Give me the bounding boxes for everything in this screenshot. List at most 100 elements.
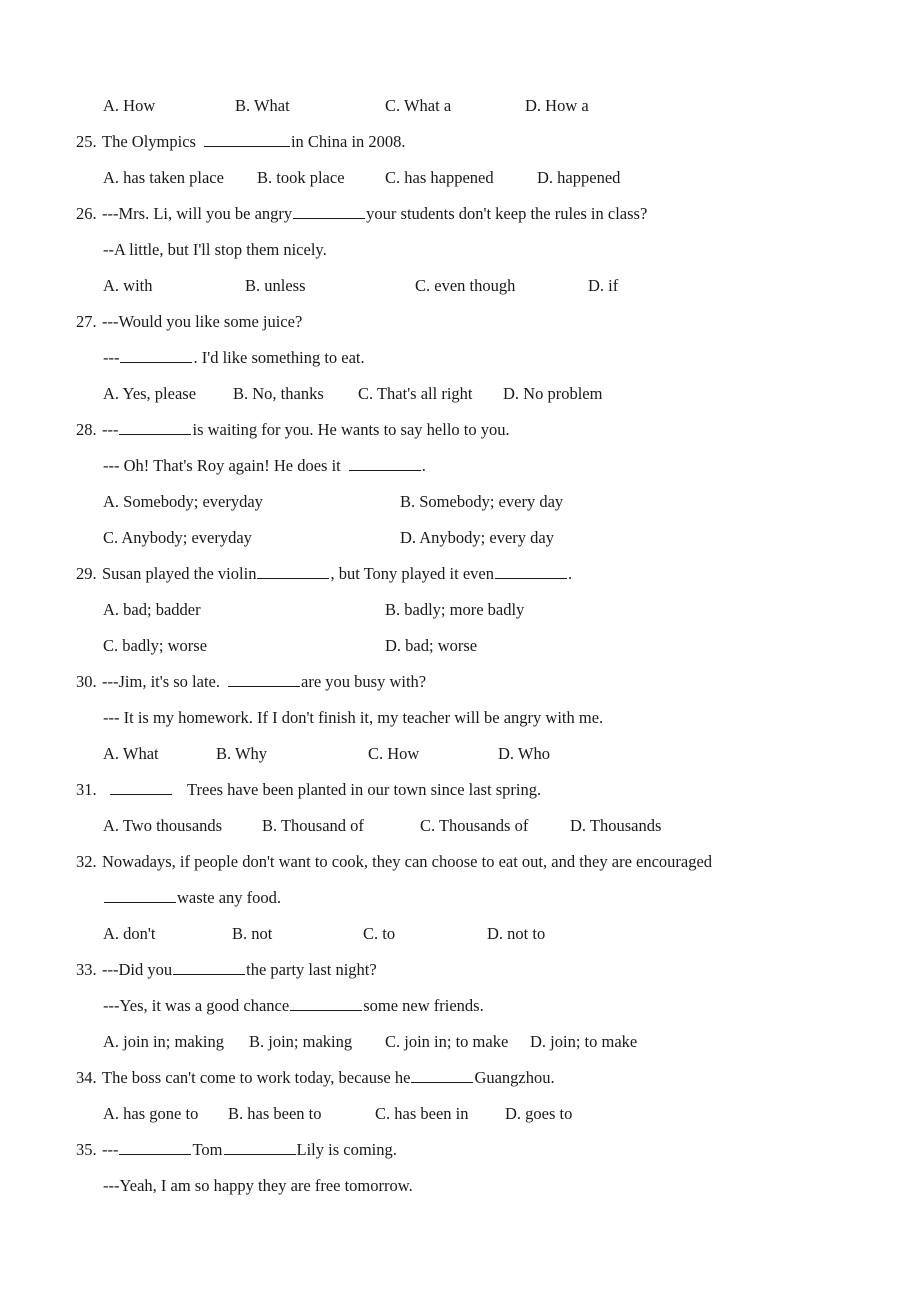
answer-blank[interactable] [173, 959, 246, 975]
option-a[interactable]: A. bad; badder [103, 592, 201, 628]
option-a[interactable]: A. has gone to [103, 1096, 198, 1132]
option-b[interactable]: B. not [232, 916, 272, 952]
options-row-q28-cd: C. Anybody; everyday D. Anybody; every d… [0, 520, 920, 556]
option-d[interactable]: D. goes to [505, 1096, 572, 1132]
answer-blank-second[interactable] [290, 995, 363, 1011]
option-b[interactable]: B. took place [257, 160, 345, 196]
stem-text-line1: Nowadays, if people don't want to cook, … [102, 852, 713, 871]
option-c[interactable]: C. How [368, 736, 419, 772]
worksheet-page: A. How B. What C. What a D. How a 25. Th… [0, 0, 920, 1302]
stem-text-before: The Olympics [102, 132, 196, 151]
question-stem-q35: 35. --- Tom Lily is coming. [0, 1132, 920, 1168]
reply-text-before: --- Oh! That's Roy again! He does it [103, 456, 341, 475]
option-d[interactable]: D. join; to make [530, 1024, 637, 1060]
option-c[interactable]: C. has happened [385, 160, 494, 196]
option-c[interactable]: C. has been in [375, 1096, 468, 1132]
question-stem-q29: 29. Susan played the violin , but Tony pl… [0, 556, 920, 592]
option-c[interactable]: C. badly; worse [103, 628, 207, 664]
answer-blank[interactable] [120, 347, 193, 363]
dialogue-reply-q30: --- It is my homework. If I don't finish… [103, 708, 604, 727]
option-d[interactable]: D. if [588, 268, 618, 304]
stem-text-before: The boss can't come to work today, becau… [102, 1068, 411, 1087]
answer-blank[interactable] [104, 887, 176, 903]
option-b[interactable]: B. badly; more badly [385, 592, 524, 628]
answer-blank-second[interactable] [494, 563, 567, 579]
question-number: 34. [76, 1068, 97, 1087]
question-stem-q30: 30. ---Jim, it's so late. are you busy wi… [0, 664, 920, 700]
answer-blank[interactable] [293, 203, 366, 219]
answer-blank[interactable] [203, 131, 290, 147]
option-d[interactable]: D. bad; worse [385, 628, 477, 664]
question-number: 28. [76, 420, 97, 439]
stem-text-after: Guangzhou. [474, 1068, 555, 1087]
answer-blank[interactable] [228, 671, 300, 687]
options-row-q29-cd: C. badly; worse D. bad; worse [0, 628, 920, 664]
stem-text-line2-after: waste any food. [177, 888, 282, 907]
answer-blank[interactable] [110, 779, 172, 795]
option-d[interactable]: D. How a [525, 88, 589, 124]
stem-text-mid: Tom [192, 1140, 223, 1159]
option-b[interactable]: B. Thousand of [262, 808, 364, 844]
option-a[interactable]: A. join in; making [103, 1024, 224, 1060]
question-stem-q33: 33. ---Did you the party last night? [0, 952, 920, 988]
question-number: 33. [76, 960, 97, 979]
reply-text-after: . [421, 456, 426, 475]
option-a[interactable]: A. Somebody; everyday [103, 484, 263, 520]
option-a[interactable]: A. with [103, 268, 153, 304]
options-row-q24: A. How B. What C. What a D. How a [0, 88, 920, 124]
question-number: 32. [76, 852, 97, 871]
option-d[interactable]: D. happened [537, 160, 620, 196]
option-a[interactable]: A. Two thousands [103, 808, 222, 844]
option-b[interactable]: B. No, thanks [233, 376, 324, 412]
answer-blank[interactable] [119, 419, 192, 435]
option-c[interactable]: C. even though [415, 268, 515, 304]
option-d[interactable]: D. Thousands [570, 808, 661, 844]
option-c[interactable]: C. Thousands of [420, 808, 528, 844]
answer-blank[interactable] [119, 1139, 192, 1155]
option-b[interactable]: B. Somebody; every day [400, 484, 563, 520]
stem-text-after: are you busy with? [301, 672, 427, 691]
option-c[interactable]: C. What a [385, 88, 451, 124]
option-d[interactable]: D. Who [498, 736, 550, 772]
option-c[interactable]: C. That's all right [358, 376, 473, 412]
option-b[interactable]: B. unless [245, 268, 306, 304]
question-number: 31. [76, 780, 97, 799]
answer-blank[interactable] [257, 563, 330, 579]
stem-text: ---Would you like some juice? [102, 312, 303, 331]
stem-text-before: ---Jim, it's so late. [102, 672, 220, 691]
options-row-q26: A. with B. unless C. even though D. if [0, 268, 920, 304]
question-number: 35. [76, 1140, 97, 1159]
reply-text-after: some new friends. [363, 996, 484, 1015]
dialogue-reply-q35: ---Yeah, I am so happy they are free tom… [103, 1176, 413, 1195]
option-a[interactable]: A. don't [103, 916, 155, 952]
answer-blank-second[interactable] [223, 1139, 296, 1155]
answer-blank-second[interactable] [348, 455, 421, 471]
options-row-q30: A. What B. Why C. How D. Who [0, 736, 920, 772]
option-c[interactable]: C. join in; to make [385, 1024, 508, 1060]
option-a[interactable]: A. How [103, 88, 155, 124]
option-a[interactable]: A. What [103, 736, 159, 772]
options-row-q27: A. Yes, please B. No, thanks C. That's a… [0, 376, 920, 412]
option-a[interactable]: A. has taken place [103, 160, 224, 196]
option-b[interactable]: B. has been to [228, 1096, 321, 1132]
option-b[interactable]: B. Why [216, 736, 267, 772]
stem-text-before: Susan played the violin [102, 564, 257, 583]
option-d[interactable]: D. No problem [503, 376, 602, 412]
options-row-q31: A. Two thousands B. Thousand of C. Thous… [0, 808, 920, 844]
stem-text-after: . [567, 564, 573, 583]
options-row-q34: A. has gone to B. has been to C. has bee… [0, 1096, 920, 1132]
stem-text-after: Lily is coming. [296, 1140, 397, 1159]
option-d[interactable]: D. not to [487, 916, 545, 952]
answer-blank[interactable] [411, 1067, 474, 1083]
question-stem-q26: 26. ---Mrs. Li, will you be angry your st… [0, 196, 920, 232]
option-a[interactable]: A. Yes, please [103, 376, 196, 412]
option-b[interactable]: B. What [235, 88, 290, 124]
option-c[interactable]: C. to [363, 916, 395, 952]
question-stem-q25: 25. The Olympics in China in 2008. [0, 124, 920, 160]
dialogue-reply-q33: ---Yes, it was a good chance some new fri… [0, 988, 920, 1024]
option-b[interactable]: B. join; making [249, 1024, 352, 1060]
options-row-q32: A. don't B. not C. to D. not to [0, 916, 920, 952]
option-d[interactable]: D. Anybody; every day [400, 520, 554, 556]
option-c[interactable]: C. Anybody; everyday [103, 520, 252, 556]
options-row-q33: A. join in; making B. join; making C. jo… [0, 1024, 920, 1060]
